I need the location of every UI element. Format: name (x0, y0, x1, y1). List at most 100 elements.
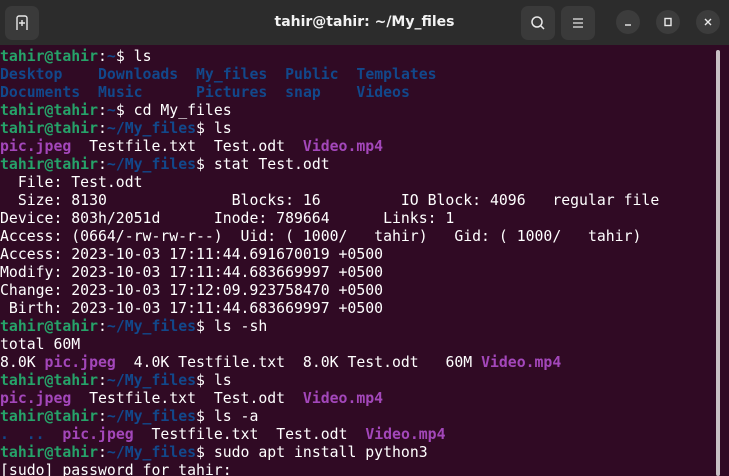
directory-name: .. (26, 426, 45, 443)
terminal-text: : (98, 102, 107, 119)
terminal-text: $ ls -sh (196, 318, 268, 335)
maximize-button[interactable] (656, 10, 680, 34)
terminal-text: Change: 2023-10-03 17:12:09.923758470 +0… (0, 282, 384, 299)
prompt-user: tahir@tahir (0, 372, 98, 389)
terminal-text: $ ls -a (196, 408, 259, 425)
terminal-text: 4.0K Testfile.txt 8.0K Test.odt 60M (115, 354, 482, 371)
terminal-text: : (98, 156, 107, 173)
terminal-text: Testfile.txt Test.odt (133, 426, 366, 443)
terminal-line: total 60M (0, 336, 714, 354)
media-file: pic.jpeg (62, 426, 134, 443)
terminal-text: File: Test.odt (0, 174, 143, 191)
terminal-line: Access: 2023-10-03 17:11:44.691670019 +0… (0, 246, 714, 264)
prompt-user: tahir@tahir (0, 48, 98, 65)
terminal-line: tahir@tahir:~/My_files$ ls -sh (0, 318, 714, 336)
terminal-line: . .. pic.jpeg Testfile.txt Test.odt Vide… (0, 426, 714, 444)
media-file: pic.jpeg (0, 390, 72, 407)
minimize-button[interactable] (616, 10, 640, 34)
terminal-line: pic.jpeg Testfile.txt Test.odt Video.mp4 (0, 390, 714, 408)
terminal-line: tahir@tahir:~/My_files$ ls (0, 120, 714, 138)
directory-name: Desktop (0, 66, 63, 83)
minimize-icon (625, 24, 631, 26)
maximize-icon (664, 17, 672, 27)
terminal-text: Testfile.txt Test.odt (71, 138, 303, 155)
terminal-text: Modify: 2023-10-03 17:11:44.683669997 +0… (0, 264, 384, 281)
terminal-text: : (98, 408, 107, 425)
terminal-line: Change: 2023-10-03 17:12:09.923758470 +0… (0, 282, 714, 300)
terminal-text: : (98, 444, 107, 461)
terminal-line: [sudo] password for tahir: (0, 462, 714, 476)
terminal-text: : (98, 48, 107, 65)
terminal-line: tahir@tahir:~/My_files$ sudo apt install… (0, 444, 714, 462)
terminal-text: $ ls (115, 48, 152, 65)
terminal-line: tahir@tahir:~/My_files$ ls -a (0, 408, 714, 426)
terminal-line: File: Test.odt (0, 174, 714, 192)
terminal-line: 8.0K pic.jpeg 4.0K Testfile.txt 8.0K Tes… (0, 354, 714, 372)
terminal-text: : (98, 120, 107, 137)
menu-button[interactable] (561, 6, 595, 40)
prompt-path: ~ (106, 48, 116, 65)
directory-name: Documents (0, 84, 81, 101)
terminal-text: Access: 2023-10-03 17:11:44.691670019 +0… (0, 246, 384, 263)
close-icon (704, 18, 712, 26)
media-file: pic.jpeg (44, 354, 116, 371)
search-button[interactable] (521, 6, 555, 40)
directory-name: Videos (356, 84, 410, 101)
terminal-text: Birth: 2023-10-03 17:11:44.683669997 +05… (0, 300, 384, 317)
terminal-text: total 60M (0, 336, 81, 353)
terminal-text: Testfile.txt Test.odt (71, 390, 303, 407)
prompt-user: tahir@tahir (0, 408, 98, 425)
terminal-line: Documents Music Pictures snap Videos (0, 84, 714, 102)
search-icon (531, 16, 545, 30)
directory-name: Music (98, 84, 143, 101)
terminal-text: : (98, 318, 107, 335)
media-file: Video.mp4 (302, 390, 384, 407)
terminal-line: Access: (0664/-rw-rw-r--) Uid: ( 1000/ t… (0, 228, 714, 246)
terminal-text: $ ls (196, 372, 232, 389)
directory-name: Pictures (196, 84, 268, 101)
terminal-text: $ cd My_files (115, 102, 232, 119)
terminal-text: $ ls (196, 120, 232, 137)
directory-name: Downloads (98, 66, 179, 83)
directory-name: Templates (356, 66, 437, 83)
terminal-line: Size: 8130 Blocks: 16 IO Block: 4096 reg… (0, 192, 714, 210)
title-bar: tahir@tahir: ~/My_files (0, 0, 729, 45)
terminal-text: $ sudo apt install python3 (196, 444, 428, 461)
scrollbar[interactable] (716, 50, 720, 476)
terminal-text: [sudo] password for tahir: (0, 462, 241, 476)
terminal-line: tahir@tahir:~/My_files$ ls (0, 372, 714, 390)
directory-name: My_files (196, 66, 268, 83)
prompt-path: ~/My_files (106, 444, 197, 461)
terminal-line: Desktop Downloads My_files Public Templa… (0, 66, 714, 84)
terminal-text: $ stat Test.odt (196, 156, 330, 173)
close-button[interactable] (696, 10, 720, 34)
prompt-path: ~/My_files (106, 120, 197, 137)
media-file: Video.mp4 (302, 138, 384, 155)
terminal-text: Size: 8130 Blocks: 16 IO Block: 4096 reg… (0, 192, 660, 209)
terminal-text: Access: (0664/-rw-rw-r--) Uid: ( 1000/ t… (0, 228, 642, 245)
terminal-line: Birth: 2023-10-03 17:11:44.683669997 +05… (0, 300, 714, 318)
prompt-path: ~/My_files (106, 372, 197, 389)
prompt-user: tahir@tahir (0, 318, 98, 335)
prompt-path: ~/My_files (106, 318, 197, 335)
prompt-user: tahir@tahir (0, 156, 98, 173)
terminal-output[interactable]: tahir@tahir:~$ ls Desktop Downloads My_fi… (0, 48, 714, 476)
terminal-line: pic.jpeg Testfile.txt Test.odt Video.mp4 (0, 138, 714, 156)
terminal-text: : (98, 372, 107, 389)
prompt-user: tahir@tahir (0, 120, 98, 137)
terminal-line: tahir@tahir:~$ cd My_files (0, 102, 714, 120)
media-file: pic.jpeg (0, 138, 72, 155)
directory-name: . (0, 426, 9, 443)
directory-name: snap (285, 84, 321, 101)
prompt-user: tahir@tahir (0, 102, 98, 119)
prompt-path: ~/My_files (106, 408, 197, 425)
terminal-line: tahir@tahir:~$ ls (0, 48, 714, 66)
